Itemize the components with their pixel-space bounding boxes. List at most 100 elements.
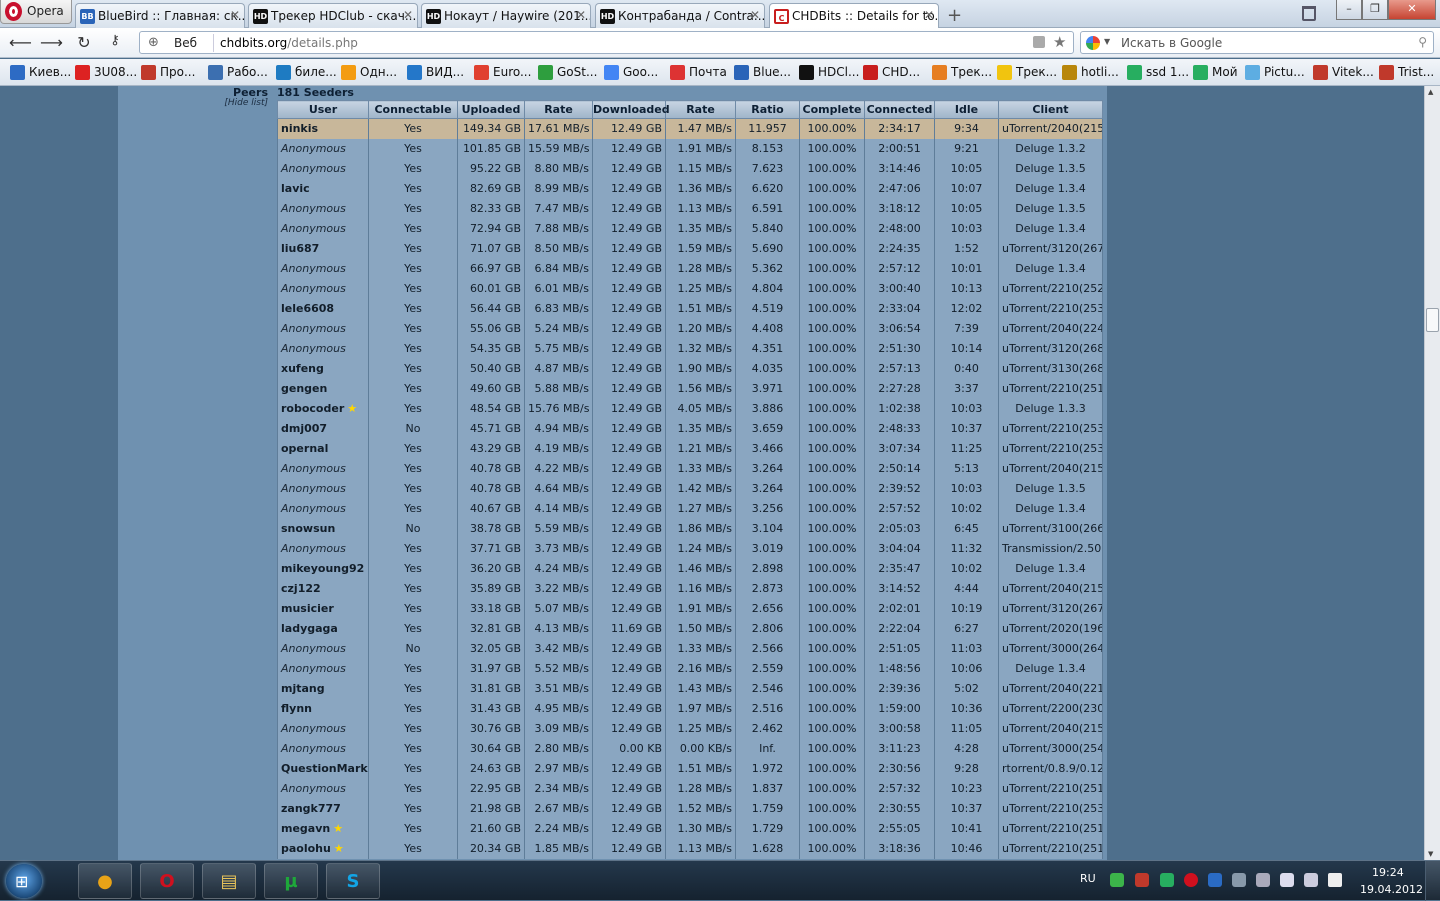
browser-tab[interactable]: HD Нокаут / Haywire (201... ✕ <box>421 3 591 28</box>
user-cell[interactable]: gengen <box>277 378 369 399</box>
column-header[interactable]: Rate <box>665 100 736 119</box>
bookmark-item[interactable]: Goo... <box>604 65 658 80</box>
user-cell[interactable]: ladygaga <box>277 618 369 639</box>
tab-close-icon[interactable]: ✕ <box>750 8 760 22</box>
taskbar-skype-button[interactable]: S <box>326 863 380 899</box>
hide-list-link[interactable]: [Hide list] <box>118 98 268 108</box>
maximize-button[interactable]: ❐ <box>1362 0 1388 20</box>
bookmark-item[interactable]: Про... <box>141 65 195 80</box>
user-cell[interactable]: opernal <box>277 438 369 459</box>
user-cell[interactable]: snowsun <box>277 518 369 539</box>
bookmark-item[interactable]: Pictu... <box>1245 65 1305 80</box>
bookmark-item[interactable]: биле... <box>276 65 337 80</box>
browser-tab[interactable]: BB BlueBird :: Главная: ск... ✕ <box>75 3 245 28</box>
user-cell[interactable]: zangk777 <box>277 798 369 819</box>
scrollbar-thumb[interactable] <box>1426 308 1439 332</box>
taskbar-utorrent-button[interactable]: µ <box>264 863 318 899</box>
bookmark-item[interactable]: GoSt... <box>538 65 597 80</box>
column-header[interactable]: Rate <box>524 100 593 119</box>
user-cell[interactable]: liu687 <box>277 238 369 259</box>
bookmark-star-icon[interactable]: ★ <box>1053 33 1066 51</box>
browser-tab[interactable]: HD Трекер HDClub - скач... ✕ <box>248 3 418 28</box>
bookmark-item[interactable]: Euro... <box>474 65 531 80</box>
bookmark-item[interactable]: Почта <box>670 65 727 80</box>
browser-tab[interactable]: HD Контрабанда / Contra... ✕ <box>595 3 765 28</box>
tray-device-icon[interactable] <box>1256 873 1270 887</box>
clock-time[interactable]: 19:24 <box>1372 866 1404 879</box>
column-header[interactable]: Ratio <box>735 100 800 119</box>
bookmark-item[interactable]: ВИД... <box>407 65 464 80</box>
column-header[interactable]: Idle <box>934 100 999 119</box>
taskbar-explorer-button[interactable]: ▤ <box>202 863 256 899</box>
column-header[interactable]: Complete <box>799 100 865 119</box>
clock-date[interactable]: 19.04.2012 <box>1360 883 1423 896</box>
user-cell[interactable]: musicier <box>277 598 369 619</box>
chevron-down-icon[interactable]: ▼ <box>1104 37 1110 46</box>
user-cell[interactable]: xufeng <box>277 358 369 379</box>
address-field[interactable]: ⊕ Веб chdbits.org/details.php ★ <box>139 31 1074 54</box>
tray-usb-icon[interactable] <box>1232 873 1246 887</box>
tab-close-icon[interactable]: ✕ <box>230 8 240 22</box>
opera-menu-button[interactable]: Opera <box>0 0 72 24</box>
bookmark-item[interactable]: Мой <box>1193 65 1238 80</box>
tray-antivirus-icon[interactable] <box>1135 873 1149 887</box>
bookmark-item[interactable]: HDCl... <box>799 65 859 80</box>
user-cell[interactable]: QuestionMark <box>277 758 369 779</box>
volume-icon[interactable] <box>1328 873 1342 887</box>
column-header[interactable]: Downloaded <box>592 100 670 119</box>
start-button[interactable]: ⊞ <box>6 864 42 898</box>
user-cell[interactable]: mikeyoung92 <box>277 558 369 579</box>
tray-display-icon[interactable] <box>1280 873 1294 887</box>
forward-button[interactable]: ⟶ <box>40 33 63 53</box>
bookmark-item[interactable]: Киев... <box>10 65 71 80</box>
column-header[interactable]: Client <box>998 100 1103 119</box>
bookmark-item[interactable]: Vitek... <box>1313 65 1374 80</box>
bookmark-item[interactable]: CHD... <box>863 65 920 80</box>
key-icon[interactable]: ⚷ <box>104 33 126 53</box>
user-cell[interactable]: robocoder ★ <box>277 398 369 419</box>
taskbar-chrome-button[interactable]: ● <box>78 863 132 899</box>
column-header[interactable]: User <box>277 100 369 119</box>
bookmark-item[interactable]: 3U08... <box>75 65 137 80</box>
column-header[interactable]: Connected <box>864 100 935 119</box>
user-cell[interactable]: paolohu ★ <box>277 838 369 859</box>
user-cell[interactable]: ninkis <box>277 118 369 139</box>
reload-button[interactable]: ↻ <box>73 33 95 53</box>
bookmark-item[interactable]: Blue... <box>734 65 791 80</box>
address-url[interactable]: chdbits.org/details.php <box>220 36 358 50</box>
tab-close-icon[interactable]: ✕ <box>576 8 586 22</box>
user-cell[interactable]: czj122 <box>277 578 369 599</box>
user-cell[interactable]: dmj007 <box>277 418 369 439</box>
user-cell[interactable]: lavic <box>277 178 369 199</box>
user-cell[interactable]: megavn ★ <box>277 818 369 839</box>
user-cell[interactable]: mjtang <box>277 678 369 699</box>
trash-icon[interactable] <box>1302 6 1316 21</box>
bookmark-item[interactable]: Trist... <box>1379 65 1434 80</box>
back-button[interactable]: ⟵ <box>9 33 32 53</box>
bookmark-item[interactable]: hotli... <box>1062 65 1119 80</box>
tab-close-icon[interactable]: ✕ <box>924 8 934 22</box>
show-desktop-button[interactable] <box>1425 861 1440 901</box>
minimize-button[interactable]: – <box>1336 0 1362 20</box>
new-tab-button[interactable]: + <box>947 5 962 26</box>
bookmark-item[interactable]: Трек... <box>932 65 992 80</box>
bookmark-item[interactable]: Рабо... <box>208 65 268 80</box>
column-header[interactable]: Uploaded <box>457 100 525 119</box>
bookmark-item[interactable]: Одн... <box>341 65 397 80</box>
user-cell[interactable]: flynn <box>277 698 369 719</box>
browser-tab[interactable]: C CHDBits :: Details for to... ✕ <box>769 3 939 29</box>
scroll-up-icon[interactable]: ▲ <box>1428 88 1433 96</box>
bluetooth-icon[interactable] <box>1208 873 1222 887</box>
tab-close-icon[interactable]: ✕ <box>403 8 413 22</box>
taskbar-opera-button[interactable]: O <box>140 863 194 899</box>
rss-feed-icon[interactable] <box>1033 36 1045 48</box>
bookmark-item[interactable]: ssd 1... <box>1127 65 1189 80</box>
tray-utorrent-icon[interactable] <box>1160 873 1174 887</box>
bookmark-item[interactable]: Трек... <box>997 65 1057 80</box>
language-indicator[interactable]: RU <box>1080 872 1096 885</box>
tray-app-icon[interactable] <box>1110 873 1124 887</box>
column-header[interactable]: Connectable <box>368 100 458 119</box>
search-icon[interactable]: ⚲ <box>1418 35 1427 49</box>
network-icon[interactable] <box>1304 873 1318 887</box>
scroll-down-icon[interactable]: ▼ <box>1428 850 1433 858</box>
